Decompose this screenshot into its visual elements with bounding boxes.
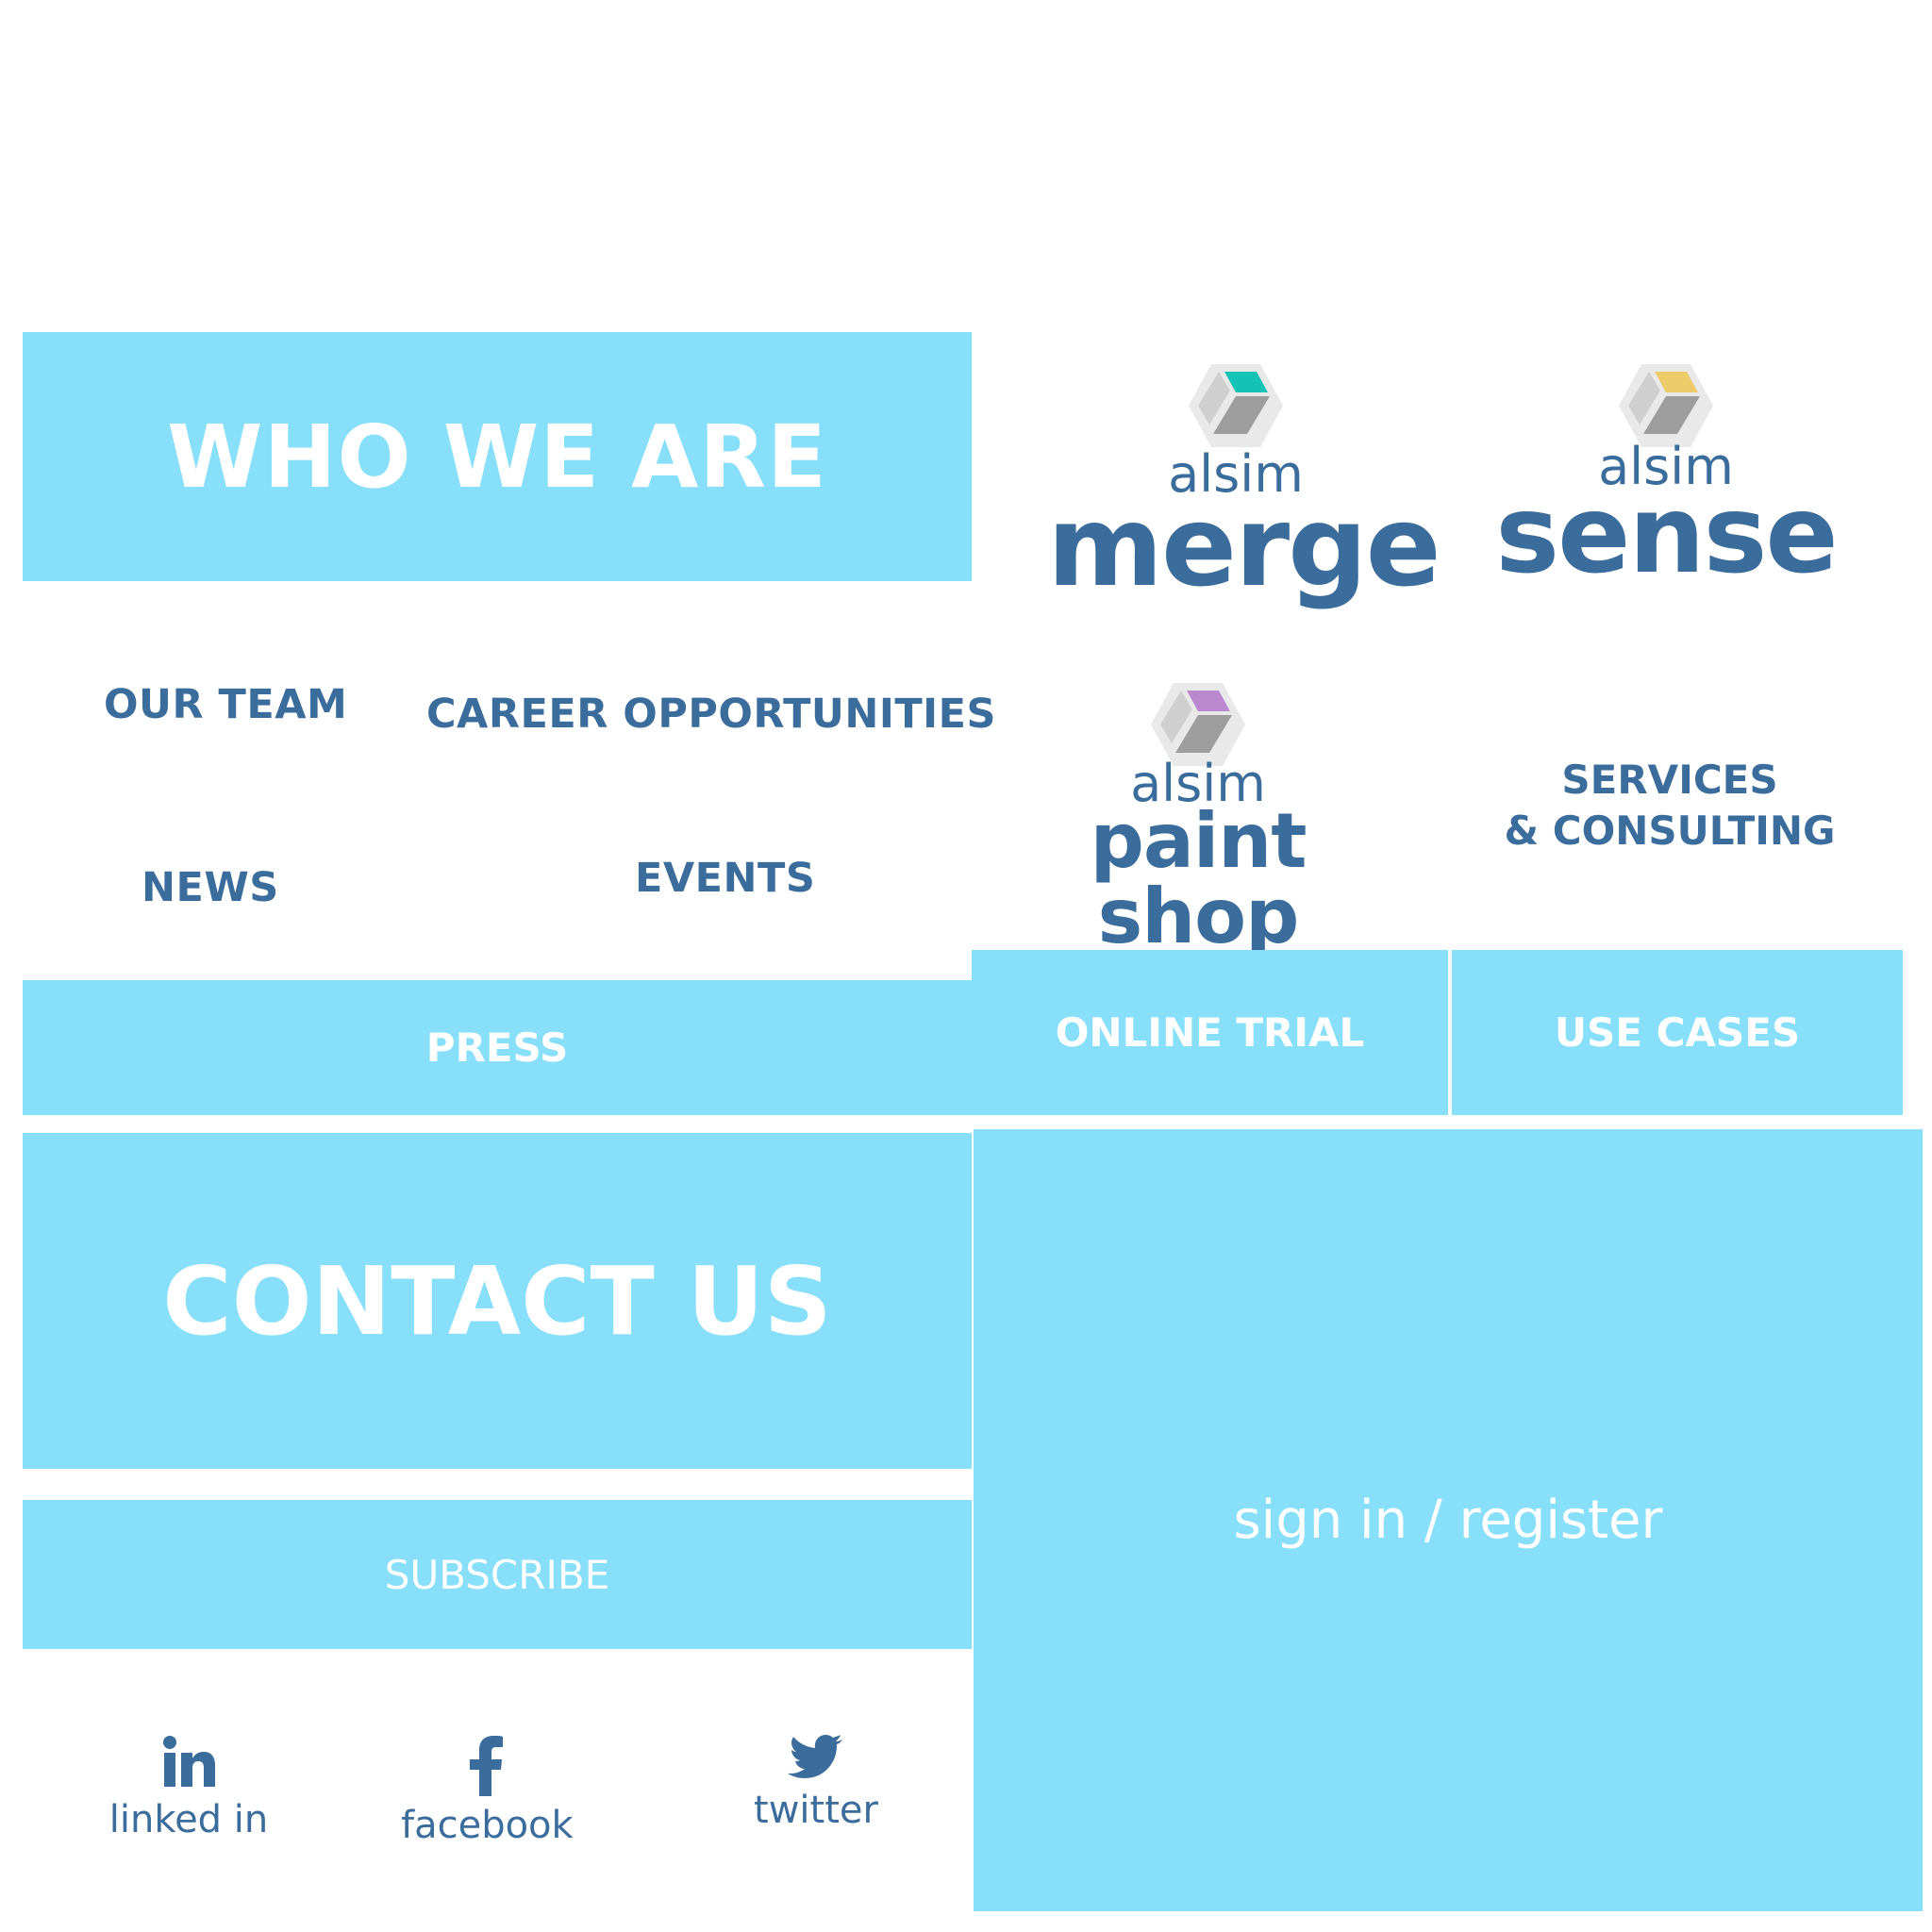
who-we-are-tile[interactable]: WHO WE ARE (23, 332, 972, 581)
linkedin-icon (163, 1736, 215, 1787)
online-trial-label: ONLINE TRIAL (1055, 1009, 1365, 1056)
use-cases-label: USE CASES (1554, 1009, 1801, 1056)
linkedin-link[interactable]: linked in (104, 1734, 274, 1841)
online-trial-tile[interactable]: ONLINE TRIAL (972, 950, 1448, 1115)
career-opportunities-link[interactable]: CAREER OPPORTUNITIES (426, 691, 996, 738)
services-consulting-link[interactable]: SERVICES & CONSULTING (1500, 755, 1840, 857)
facebook-link[interactable]: facebook (401, 1734, 574, 1847)
contact-us-tile[interactable]: CONTACT US (23, 1133, 972, 1469)
our-team-link[interactable]: OUR TEAM (104, 681, 347, 728)
services-line2: & CONSULTING (1504, 808, 1836, 854)
alsim-paint-shop-logo[interactable]: alsim paint shop (1000, 681, 1396, 955)
merge-name: merge (1047, 481, 1441, 611)
alsim-merge-logo[interactable]: alsim merge (1047, 362, 1441, 611)
twitter-label: twitter (754, 1789, 878, 1832)
paint-shop-name: paint shop (1090, 797, 1307, 960)
sense-name: sense (1495, 472, 1839, 597)
events-link[interactable]: EVENTS (635, 855, 815, 902)
press-label: PRESS (425, 1024, 569, 1071)
sign-in-register-label: sign in / register (1233, 1490, 1663, 1551)
twitter-link[interactable]: twitter (731, 1734, 901, 1832)
twitter-icon (788, 1735, 842, 1778)
press-tile[interactable]: PRESS (23, 980, 972, 1115)
linkedin-label: linked in (108, 1798, 269, 1841)
who-we-are-label: WHO WE ARE (167, 406, 827, 508)
sign-in-register-tile[interactable]: sign in / register (974, 1129, 1923, 1911)
news-link[interactable]: NEWS (142, 864, 279, 911)
subscribe-label: SUBSCRIBE (384, 1551, 610, 1598)
facebook-label: facebook (401, 1804, 574, 1847)
facebook-icon (470, 1736, 503, 1796)
services-line1: SERVICES (1561, 757, 1778, 803)
use-cases-tile[interactable]: USE CASES (1452, 950, 1903, 1115)
alsim-sense-logo[interactable]: alsim sense (1477, 362, 1855, 589)
merge-cube-icon (1189, 364, 1283, 447)
contact-us-label: CONTACT US (162, 1245, 832, 1357)
subscribe-tile[interactable]: SUBSCRIBE (23, 1500, 972, 1649)
